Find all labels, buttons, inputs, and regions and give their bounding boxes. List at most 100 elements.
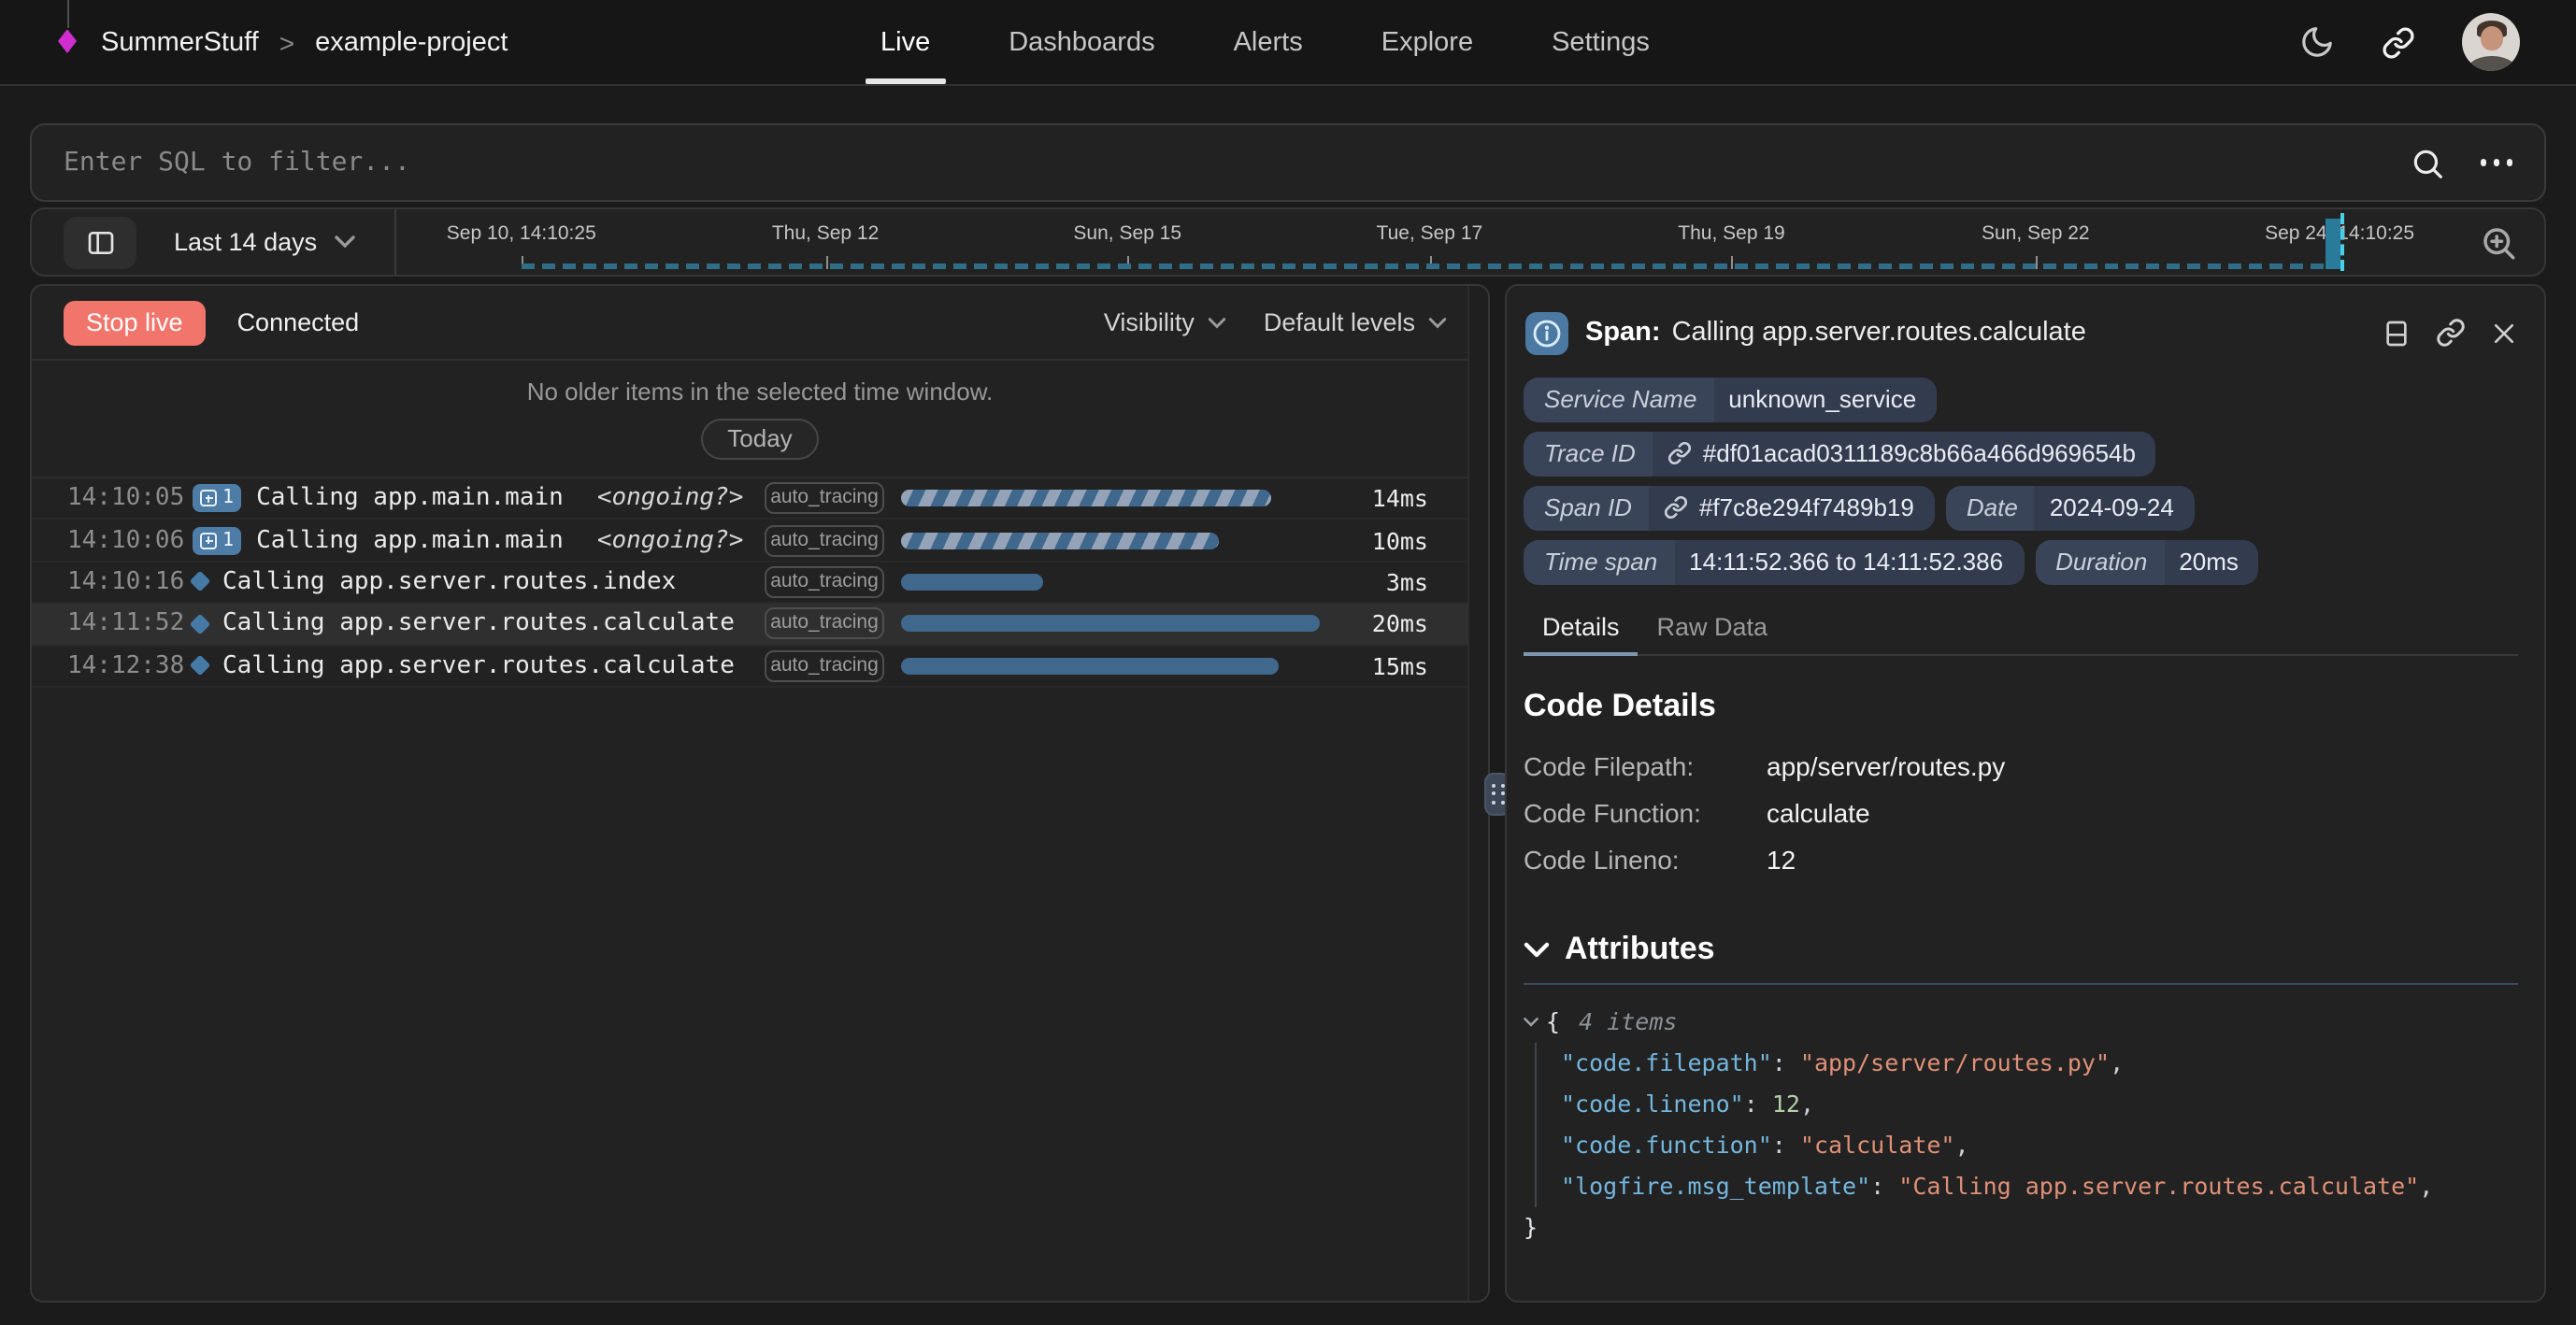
search-button[interactable] — [2409, 145, 2444, 180]
collapsed-count: 1 — [222, 530, 234, 550]
code-detail-row: Code Lineno: 12 — [1524, 837, 2518, 884]
user-avatar[interactable] — [2462, 13, 2520, 71]
trace-id-value: #df01acad0311189c8b66a466d969654b — [1703, 439, 2136, 467]
empty-window-notice: No older items in the selected time wind… — [32, 378, 1488, 406]
code-details-table: Code Filepath: app/server/routes.py Code… — [1524, 744, 2518, 884]
info-chip — [1525, 311, 1568, 354]
json-close-brace: } — [1524, 1207, 2518, 1248]
panel-splitter — [1490, 284, 1505, 1303]
log-row[interactable]: 14:10:05 1 Calling app.main.main<ongoing… — [32, 478, 1488, 520]
duration-value: 20ms — [1320, 610, 1428, 638]
tab-explore[interactable]: Explore — [1342, 0, 1512, 84]
json-collapse-toggle[interactable] — [1524, 1017, 1538, 1028]
log-row[interactable]: 14:10:06 1 Calling app.main.main<ongoing… — [32, 520, 1488, 563]
attributes-heading: Attributes — [1565, 931, 1715, 968]
stop-live-button[interactable]: Stop live — [64, 300, 206, 345]
tab-dashboards[interactable]: Dashboards — [969, 0, 1194, 84]
code-detail-row: Code Filepath: app/server/routes.py — [1524, 744, 2518, 791]
today-button[interactable]: Today — [701, 419, 818, 460]
tab-live[interactable]: Live — [841, 0, 969, 84]
timeline-now-cursor[interactable] — [2340, 213, 2343, 271]
split-view-button[interactable] — [2382, 317, 2411, 349]
duration-bar — [901, 532, 1219, 549]
avatar-body — [2468, 56, 2514, 71]
chevron-down-icon — [1524, 1017, 1538, 1028]
time-span-badge: Time span 14:11:52.366 to 14:11:52.386 — [1524, 540, 2024, 585]
collapsed-count: 1 — [222, 488, 234, 508]
link-icon[interactable] — [1664, 495, 1688, 520]
duration-badge: Duration 20ms — [2035, 540, 2259, 585]
tab-alerts[interactable]: Alerts — [1195, 0, 1342, 84]
log-rows-list: 14:10:05 1 Calling app.main.main<ongoing… — [32, 477, 1488, 688]
log-message: Calling app.server.routes.calculate — [222, 610, 735, 638]
span-id-badge: Span ID #f7c8e294f7489b19 — [1524, 486, 1935, 531]
timeline-tick-label: Sep 10, 14:10:25 — [447, 222, 596, 245]
more-options-button[interactable] — [2476, 152, 2516, 174]
default-levels-dropdown[interactable]: Default levels — [1264, 308, 1447, 336]
search-icon — [2409, 145, 2444, 180]
time-range-bar: Last 14 days Sep 10, 14:10:25 Thu, Sep 1… — [30, 207, 2546, 277]
dark-mode-toggle[interactable] — [2299, 24, 2335, 60]
nav-right-actions — [2299, 13, 2520, 71]
breadcrumb-project[interactable]: example-project — [315, 27, 508, 57]
tag-pill[interactable]: auto_tracing — [765, 650, 884, 682]
sql-filter-bar — [30, 123, 2546, 202]
log-timestamp: 14:10:06 — [67, 526, 178, 554]
log-row[interactable]: 14:10:16 Calling app.server.routes.index… — [32, 563, 1488, 605]
tag-pill[interactable]: auto_tracing — [765, 482, 884, 514]
attributes-divider — [1524, 983, 2518, 985]
tag-pill[interactable]: auto_tracing — [765, 566, 884, 598]
close-panel-button[interactable] — [2490, 319, 2518, 347]
span-diamond-icon — [190, 572, 211, 593]
tag-pill[interactable]: auto_tracing — [765, 608, 884, 640]
json-entry: "logfire.msg_template": "Calling app.ser… — [1561, 1166, 2518, 1207]
code-detail-row: Code Function: calculate — [1524, 791, 2518, 837]
log-row[interactable]: 14:12:38 Calling app.server.routes.calcu… — [32, 646, 1488, 688]
duration-value: 14ms — [1320, 484, 1428, 512]
duration-bar-track — [901, 658, 1320, 675]
share-link-button[interactable] — [2382, 25, 2415, 59]
timeline-zoom-button[interactable] — [2475, 219, 2522, 265]
log-timestamp: 14:11:52 — [67, 610, 178, 638]
span-diamond-icon — [190, 655, 211, 677]
timeline-track[interactable]: Sep 10, 14:10:25 Thu, Sep 12 Sun, Sep 15… — [430, 209, 2417, 275]
span-detail-header: Span:Calling app.server.routes.calculate — [1524, 299, 2518, 366]
copy-link-button[interactable] — [2436, 318, 2466, 348]
span-kind-label: Span: — [1585, 318, 1661, 348]
time-range-dropdown[interactable]: Last 14 days — [174, 228, 354, 256]
timeline-tick-label: Thu, Sep 12 — [772, 222, 879, 245]
plus-square-icon — [200, 490, 217, 506]
link-icon — [2382, 25, 2415, 59]
attributes-section-toggle[interactable]: Attributes — [1524, 931, 2518, 968]
tab-details[interactable]: Details — [1524, 606, 1639, 654]
duration-bar-track — [901, 532, 1320, 549]
log-timestamp: 14:10:05 — [67, 484, 178, 512]
breadcrumb-workspace[interactable]: SummerStuff — [101, 27, 259, 57]
tag-pill[interactable]: auto_tracing — [765, 524, 884, 556]
ellipsis-icon — [2480, 160, 2486, 166]
visibility-dropdown[interactable]: Visibility — [1104, 308, 1226, 336]
live-panel-header: Stop live Connected Visibility Default l… — [32, 286, 1488, 361]
log-message: Calling app.server.routes.calculate — [222, 652, 735, 680]
workspace-logo[interactable] — [56, 0, 80, 85]
link-icon[interactable] — [1667, 441, 1692, 465]
connection-status: Connected — [237, 308, 360, 336]
collapsed-count-badge-icon[interactable]: 1 — [193, 484, 241, 512]
log-row-selected[interactable]: 14:11:52 Calling app.server.routes.calcu… — [32, 604, 1488, 646]
duration-bar — [901, 574, 1043, 591]
timebar-divider — [394, 209, 395, 275]
ongoing-suffix: <ongoing?> — [597, 526, 744, 554]
tab-raw-data[interactable]: Raw Data — [1639, 606, 1787, 654]
main-nav-tabs: Live Dashboards Alerts Explore Settings — [841, 0, 1689, 84]
breadcrumb-separator: > — [279, 27, 294, 57]
sidebar-toggle-button[interactable] — [64, 216, 136, 268]
sql-filter-input[interactable] — [64, 148, 2409, 178]
attributes-json-tree: { 4 items "code.filepath": "app/server/r… — [1524, 1002, 2518, 1248]
collapsed-count-badge-icon[interactable]: 1 — [193, 526, 241, 554]
json-entry: "code.function": "calculate", — [1561, 1125, 2518, 1166]
moon-icon — [2299, 24, 2335, 60]
tab-settings[interactable]: Settings — [1512, 0, 1689, 84]
chevron-down-icon — [1428, 317, 1447, 328]
span-title: Span:Calling app.server.routes.calculate — [1585, 318, 2086, 348]
trace-id-badge: Trace ID #df01acad0311189c8b66a466d96965… — [1524, 432, 2156, 477]
